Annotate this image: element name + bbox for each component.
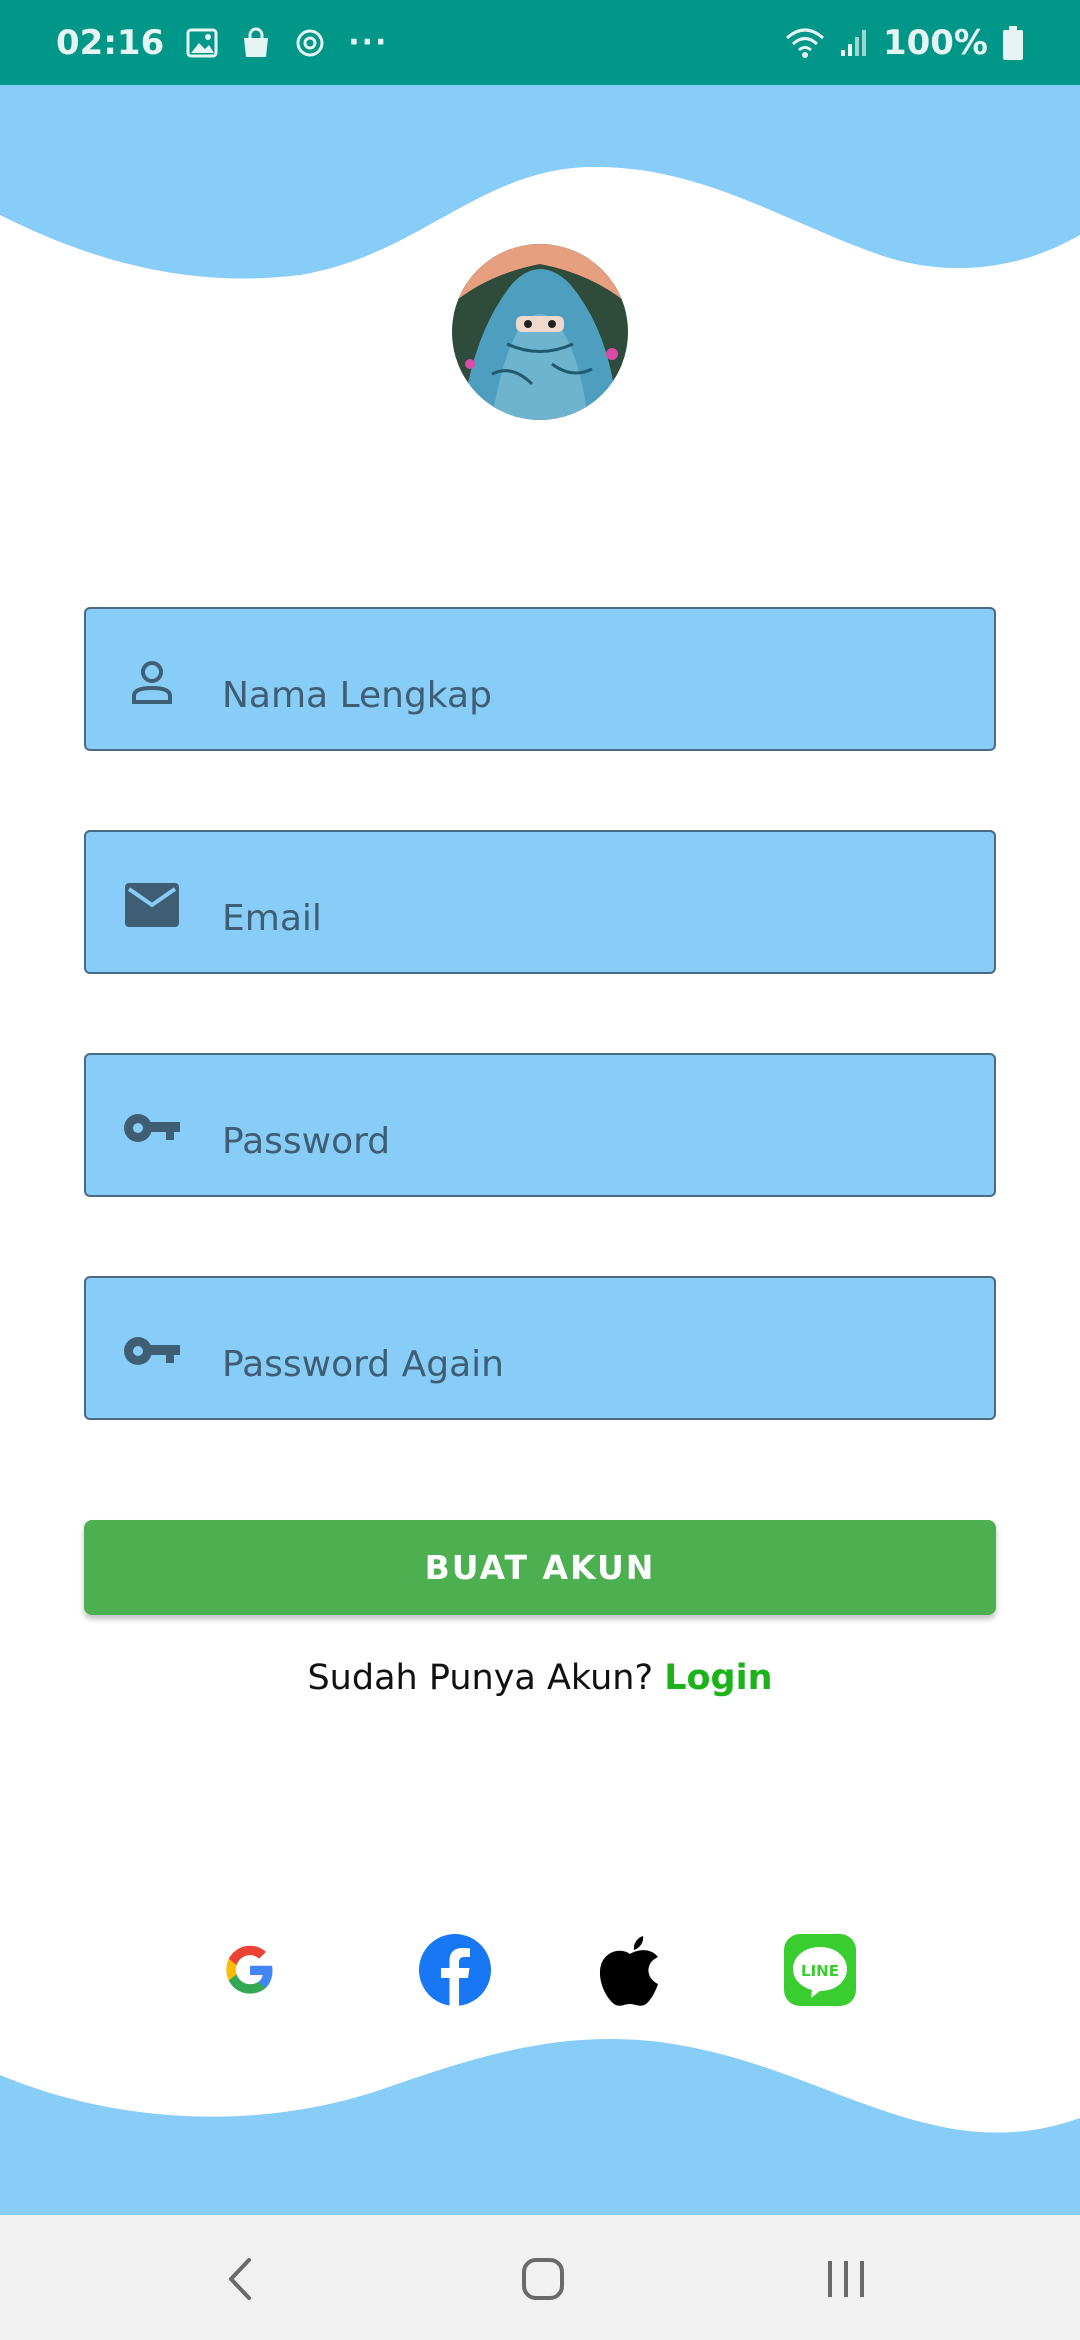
password-field[interactable] — [84, 1053, 996, 1197]
battery-icon — [1002, 25, 1024, 61]
password-again-field[interactable] — [84, 1276, 996, 1420]
name-field[interactable] — [84, 607, 996, 751]
image-icon — [186, 28, 218, 58]
avatar — [452, 244, 628, 420]
navigation-bar — [0, 2215, 1080, 2340]
facebook-icon[interactable] — [415, 1930, 495, 2010]
google-icon[interactable] — [210, 1930, 290, 2010]
recents-icon[interactable] — [816, 2251, 876, 2307]
create-account-button[interactable]: BUAT AKUN — [84, 1520, 996, 1615]
login-prompt: Sudah Punya Akun? Login — [0, 1658, 1080, 1698]
more-icon: ··· — [348, 25, 389, 60]
battery-percent: 100% — [882, 22, 988, 63]
signal-icon — [839, 28, 869, 58]
status-bar: 02:16 ··· 100% — [0, 0, 1080, 85]
mail-icon — [122, 880, 182, 930]
apple-icon[interactable] — [590, 1930, 670, 2010]
password-input[interactable] — [222, 1095, 962, 1175]
name-input[interactable] — [222, 649, 962, 729]
password-again-input[interactable] — [222, 1318, 962, 1398]
sync-icon — [294, 27, 326, 59]
login-prompt-text: Sudah Punya Akun? — [307, 1658, 665, 1698]
key-icon — [122, 1326, 182, 1376]
email-input[interactable] — [222, 872, 962, 952]
wifi-icon — [785, 26, 825, 60]
person-icon — [122, 657, 182, 707]
email-field[interactable] — [84, 830, 996, 974]
login-link[interactable]: Login — [664, 1658, 772, 1698]
bottom-wave — [0, 2038, 1080, 2215]
line-icon-label: LINE — [801, 1962, 839, 1980]
line-icon[interactable]: LINE — [780, 1930, 860, 2010]
status-time: 02:16 — [56, 22, 165, 63]
home-icon[interactable] — [513, 2251, 573, 2307]
back-icon[interactable] — [210, 2251, 270, 2307]
key-icon — [122, 1103, 182, 1153]
bag-icon — [240, 27, 272, 59]
